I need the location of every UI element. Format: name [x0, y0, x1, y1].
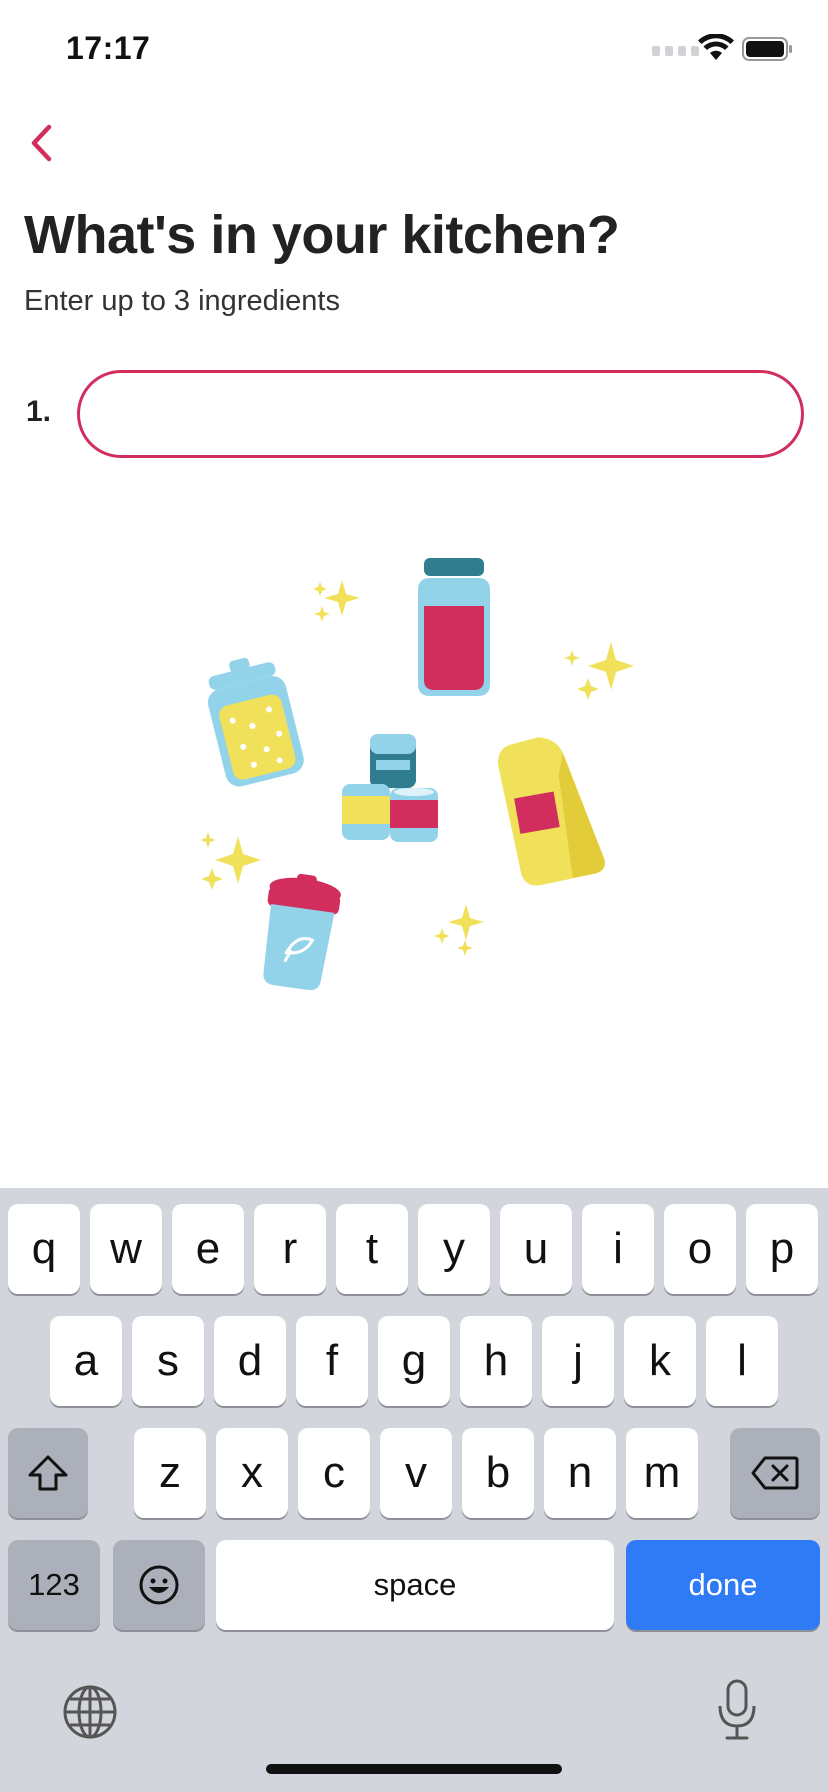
microphone-icon[interactable]	[716, 1678, 758, 1742]
canned-goods-icon	[342, 734, 438, 842]
home-indicator	[266, 1764, 562, 1774]
key-q[interactable]: q	[8, 1204, 80, 1294]
key-u[interactable]: u	[500, 1204, 572, 1294]
key-n[interactable]: n	[544, 1428, 616, 1518]
cellular-signal-icon	[652, 46, 699, 56]
globe-icon[interactable]	[62, 1684, 118, 1740]
key-k[interactable]: k	[624, 1316, 696, 1406]
emoji-icon	[139, 1565, 179, 1605]
page-subtitle: Enter up to 3 ingredients	[24, 285, 340, 317]
on-screen-keyboard: qwertyuiop asdfghjkl zxcvbnm 123 space d…	[0, 1188, 828, 1792]
key-i[interactable]: i	[582, 1204, 654, 1294]
page-title: What's in your kitchen?	[24, 205, 620, 265]
key-s[interactable]: s	[132, 1316, 204, 1406]
key-c[interactable]: c	[298, 1428, 370, 1518]
paper-bag-icon	[498, 737, 605, 886]
backspace-key[interactable]	[730, 1428, 820, 1518]
done-key[interactable]: done	[626, 1540, 820, 1630]
key-m[interactable]: m	[626, 1428, 698, 1518]
key-b[interactable]: b	[462, 1428, 534, 1518]
canister-icon	[263, 873, 341, 991]
ingredient-number-label: 1.	[26, 395, 52, 428]
key-f[interactable]: f	[296, 1316, 368, 1406]
key-e[interactable]: e	[172, 1204, 244, 1294]
shift-icon	[28, 1455, 68, 1491]
sparkle-icon	[313, 580, 360, 622]
battery-icon	[742, 37, 792, 61]
key-z[interactable]: z	[134, 1428, 206, 1518]
back-button[interactable]	[20, 112, 80, 172]
chevron-left-icon	[31, 124, 52, 162]
key-g[interactable]: g	[378, 1316, 450, 1406]
key-j[interactable]: j	[542, 1316, 614, 1406]
key-w[interactable]: w	[90, 1204, 162, 1294]
key-h[interactable]: h	[460, 1316, 532, 1406]
wifi-icon	[698, 34, 734, 60]
sparkle-icon	[434, 904, 484, 956]
key-p[interactable]: p	[746, 1204, 818, 1294]
key-r[interactable]: r	[254, 1204, 326, 1294]
numbers-key[interactable]: 123	[8, 1540, 100, 1630]
key-l[interactable]: l	[706, 1316, 778, 1406]
backspace-icon	[751, 1456, 799, 1490]
ingredient-input[interactable]	[77, 370, 804, 458]
red-jar-icon	[418, 558, 490, 696]
space-key[interactable]: space	[216, 1540, 614, 1630]
key-x[interactable]: x	[216, 1428, 288, 1518]
status-bar: 17:17	[0, 0, 828, 100]
pantry-illustration	[200, 558, 634, 991]
sparkle-icon	[564, 642, 634, 700]
key-y[interactable]: y	[418, 1204, 490, 1294]
yellow-jar-icon	[207, 657, 304, 787]
key-d[interactable]: d	[214, 1316, 286, 1406]
key-v[interactable]: v	[380, 1428, 452, 1518]
emoji-key[interactable]	[113, 1540, 205, 1630]
status-time: 17:17	[66, 30, 151, 66]
key-a[interactable]: a	[50, 1316, 122, 1406]
key-o[interactable]: o	[664, 1204, 736, 1294]
shift-key[interactable]	[8, 1428, 88, 1518]
sparkle-icon	[200, 832, 261, 890]
key-t[interactable]: t	[336, 1204, 408, 1294]
